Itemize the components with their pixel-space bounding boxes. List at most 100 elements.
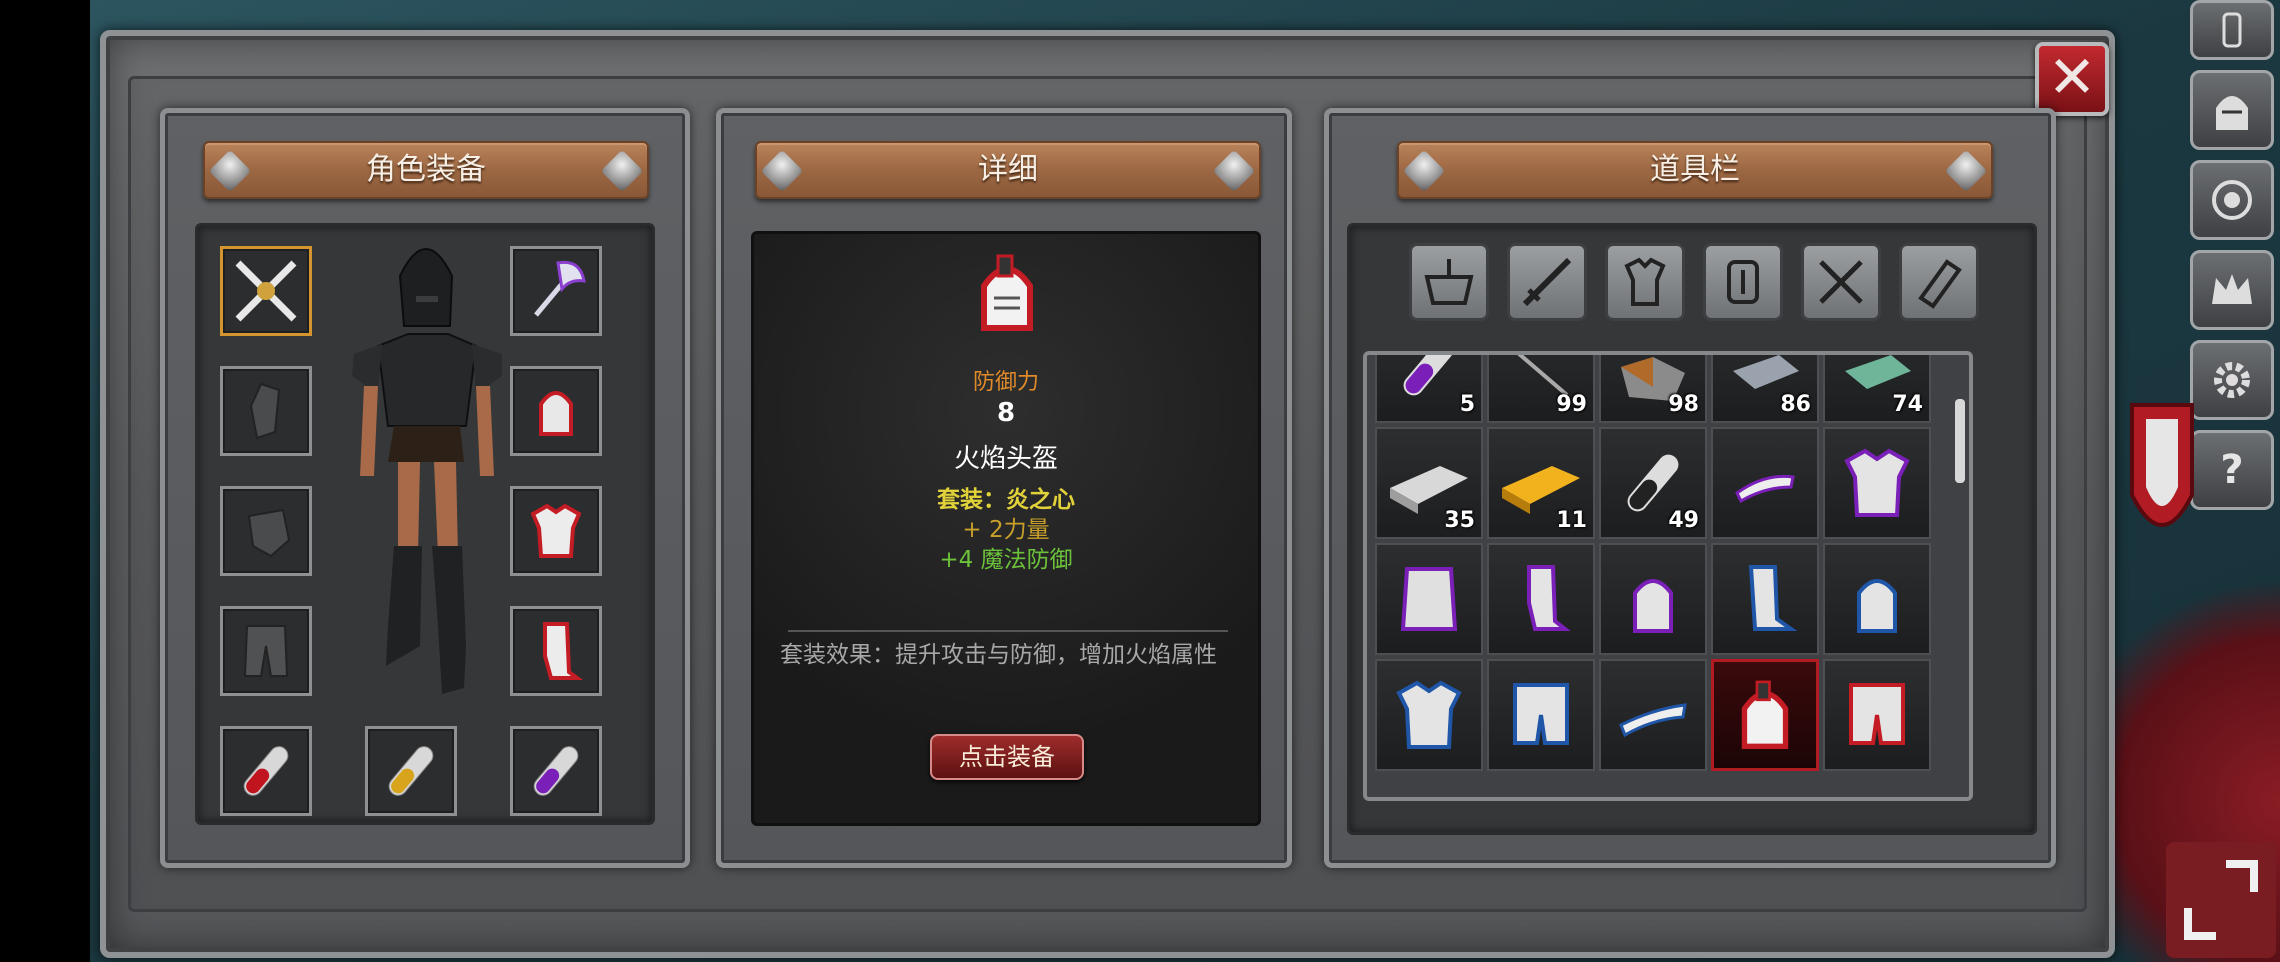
inventory-slot[interactable]: [1599, 659, 1707, 771]
bolt-icon: [760, 149, 804, 193]
inventory-slot[interactable]: [1487, 659, 1595, 771]
inventory-slot[interactable]: [1823, 543, 1931, 655]
inventory-panel-header: 道具栏: [1397, 141, 1993, 199]
slot-potion-yellow[interactable]: [365, 726, 457, 816]
boots-icon: [1748, 565, 1798, 631]
inventory-slot[interactable]: [1823, 659, 1931, 771]
tab-armor[interactable]: [1605, 243, 1685, 321]
equip-button[interactable]: 点击装备: [930, 734, 1084, 780]
bonus-strength: + 2力量: [962, 517, 1050, 543]
horned-helmet-icon: [1633, 579, 1673, 633]
inventory-slot[interactable]: [1823, 427, 1931, 539]
tab-all[interactable]: [1409, 243, 1489, 321]
slot-shoulder[interactable]: [220, 366, 312, 456]
bonus-magic-defense: +4 魔法防御: [939, 547, 1073, 573]
inventory-slot[interactable]: [1375, 659, 1483, 771]
expand-button[interactable]: [2166, 842, 2276, 958]
chest-armor-icon: [1844, 448, 1910, 517]
armor-icon: [1624, 257, 1666, 306]
slot-potion-purple[interactable]: [510, 726, 602, 816]
item-count: 11: [1556, 508, 1587, 533]
gauntlet-icon: [1619, 703, 1687, 738]
bolt-icon: [600, 149, 644, 193]
bolt-icon: [1402, 149, 1446, 193]
inventory-slot[interactable]: 11: [1487, 427, 1595, 539]
slot-potion-red[interactable]: [220, 726, 312, 816]
inventory-slot[interactable]: [1375, 543, 1483, 655]
crossed-swords-icon: [235, 260, 297, 322]
item-count: 49: [1668, 508, 1699, 533]
item-detail-box: 防御力 8 火焰头盔 套装：炎之心 + 2力量 +4 魔法防御 套装效果：提升攻…: [751, 231, 1261, 826]
tab-weapons[interactable]: [1507, 243, 1587, 321]
detail-panel: 详细 防御力 8 火焰头盔 套装：炎之心 + 2力量 +4 魔法防御 套装效果：…: [716, 108, 1292, 868]
bolt-icon: [1212, 149, 1256, 193]
skill-icon: [2212, 180, 2252, 220]
character-icon: [2222, 12, 2242, 48]
inventory-slot[interactable]: 86: [1711, 355, 1819, 423]
helmet-icon: [1741, 680, 1789, 749]
slot-pants[interactable]: [220, 606, 312, 696]
item-count: 86: [1780, 392, 1811, 417]
purple-potion-icon: [533, 746, 579, 796]
tab-accessories[interactable]: [1703, 243, 1783, 321]
inventory-slot[interactable]: [1711, 427, 1819, 539]
equipment-area: [195, 223, 655, 825]
inventory-slot[interactable]: 49: [1599, 427, 1707, 539]
bolt-icon: [208, 149, 252, 193]
weapon-icon: [1522, 257, 1572, 307]
item-count: 74: [1892, 392, 1923, 417]
helmet-icon: [981, 254, 1033, 331]
bracer-icon: [1735, 474, 1795, 504]
horned-helmet-icon: [1857, 579, 1897, 633]
side-equipment-button[interactable]: [2190, 70, 2274, 150]
inventory-slot[interactable]: [1599, 543, 1707, 655]
side-ranking-button[interactable]: [2190, 250, 2274, 330]
slot-main-weapon[interactable]: [220, 246, 312, 336]
inventory-panel-title: 道具栏: [1650, 152, 1740, 187]
help-icon: ?: [2220, 447, 2244, 493]
inventory-slot[interactable]: 98: [1599, 355, 1707, 423]
inventory-scrollbar[interactable]: [1955, 399, 1965, 483]
item-count: 5: [1459, 392, 1475, 417]
inventory-slot[interactable]: [1711, 543, 1819, 655]
tab-tools[interactable]: [1801, 243, 1881, 321]
inventory-slot[interactable]: 5: [1375, 355, 1483, 423]
slot-gloves[interactable]: [220, 486, 312, 576]
set-effect-description: 套装效果：提升攻击与防御，增加火焰属性: [780, 642, 1217, 668]
robe-icon: [1400, 567, 1458, 631]
item-count: 98: [1668, 392, 1699, 417]
left-black-bar: [0, 0, 90, 962]
scroll-icon: [1918, 259, 1962, 309]
set-name: 套装：炎之心: [937, 487, 1075, 513]
leg-armor-icon: [1513, 683, 1569, 745]
pants-icon: [243, 625, 289, 677]
inventory-slot[interactable]: [1487, 543, 1595, 655]
leg-armor-icon: [1849, 683, 1905, 745]
tools-icon: [1819, 260, 1863, 304]
basket-icon: [1424, 259, 1474, 305]
inventory-slot[interactable]: 35: [1375, 427, 1483, 539]
character-model: [352, 248, 502, 694]
detail-panel-title: 详细: [978, 152, 1038, 187]
stat-label: 防御力: [972, 370, 1039, 395]
yellow-potion-icon: [388, 746, 434, 796]
armor-piece-icon: [249, 382, 281, 440]
inventory-slot[interactable]: 74: [1823, 355, 1931, 423]
inventory-slot-selected[interactable]: [1711, 659, 1819, 771]
tab-scrolls[interactable]: [1899, 243, 1979, 321]
gear-icon: [2214, 362, 2250, 398]
side-character-button[interactable]: [2190, 0, 2274, 60]
shield-icon[interactable]: [2112, 395, 2212, 565]
expand-icon: [2184, 860, 2258, 940]
inventory-slot[interactable]: 99: [1487, 355, 1595, 423]
inventory-grid: 5 99 98 86 74 35 11 49: [1363, 351, 1973, 801]
purple-potion-icon: [1403, 355, 1455, 396]
equipment-panel-header: 角色装备: [203, 141, 649, 199]
close-button[interactable]: ✕: [2035, 42, 2109, 116]
item-count: 35: [1444, 508, 1475, 533]
equipment-panel: 角色装备: [160, 108, 690, 868]
equipment-panel-title: 角色装备: [366, 152, 486, 187]
accessory-icon: [1727, 260, 1759, 304]
side-skill-button[interactable]: [2190, 160, 2274, 240]
stat-value: 8: [996, 398, 1016, 428]
